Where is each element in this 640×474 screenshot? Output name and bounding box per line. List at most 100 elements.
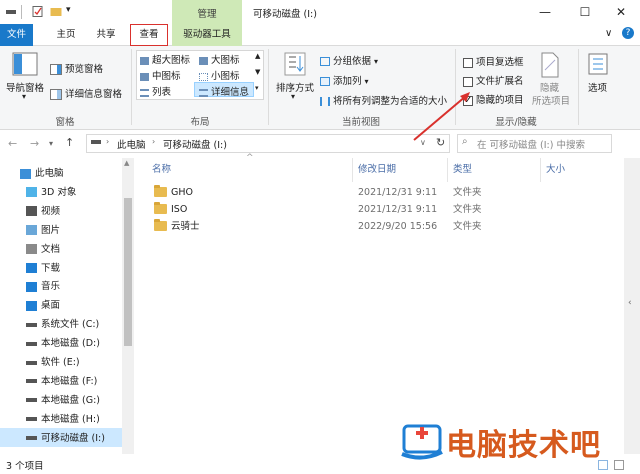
maximize-button[interactable]: ☐ [570,2,600,22]
file-row[interactable]: 云骑士 2022/9/20 15:56 文件夹 [150,218,620,235]
breadcrumb-chevron-icon[interactable]: › [152,137,155,146]
manage-label: 管理 [197,9,217,20]
column-size[interactable]: 大小 [546,162,565,178]
nav-item[interactable]: 本地磁盘 (D:) [0,334,122,353]
nav-item[interactable]: 软件 (E:) [0,353,122,372]
up-icon[interactable]: ↑ [65,136,74,149]
preview-pane-button[interactable]: 预览窗格 [50,61,103,75]
close-button[interactable]: ✕ [606,2,636,22]
gallery-scroll-up-icon[interactable]: ▲ [255,52,260,60]
scroll-up-icon[interactable]: ▲ [124,159,129,167]
tab-home[interactable]: 主页 [48,24,84,46]
dropdown-icon[interactable]: ▾ [22,92,26,101]
item-checkboxes-checkbox[interactable] [463,57,473,68]
nav-item[interactable]: 3D 对象 [0,183,122,202]
details-view-toggle-icon[interactable] [598,460,608,470]
hide-selected-icon [541,52,559,78]
annotation-arrow [413,92,470,141]
extra-large-icons-option[interactable]: 超大图标 [140,52,190,66]
small-icons-option[interactable]: 小图标 [199,68,240,82]
properties-icon[interactable] [32,6,44,17]
options-icon [588,53,608,75]
dropdown-icon: ▾ [374,57,379,66]
large-icons-option[interactable]: 大图标 [199,52,240,66]
pictures-icon [26,225,37,236]
extra-large-icons-label: 超大图标 [152,55,191,66]
extra-large-icons-icon [140,56,149,65]
nav-item[interactable]: 本地磁盘 (F:) [0,372,122,391]
search-input[interactable]: 在 可移动磁盘 (I:) 中搜索 [477,137,585,151]
file-extensions-checkbox[interactable] [463,76,473,87]
nav-item[interactable]: 可移动磁盘 (I:) [0,429,122,448]
list-option[interactable]: 列表 [140,84,171,98]
nav-item[interactable]: 此电脑 [0,164,122,183]
nav-item[interactable]: 下载 [0,259,122,278]
nav-item[interactable]: 系统文件 (C:) [0,315,122,334]
file-type: 文件夹 [453,187,482,198]
back-icon[interactable]: ← [8,137,17,150]
window-title: 可移动磁盘 (I:) [253,9,317,20]
customize-quick-access-icon[interactable]: ▾ [66,5,71,15]
preview-pane-label: 预览窗格 [65,64,104,75]
column-type[interactable]: 类型 [453,162,472,178]
nav-item[interactable]: 图片 [0,221,122,240]
small-icons-icon [199,72,208,81]
usb-drive-icon [26,436,37,441]
large-icons-view-toggle-icon[interactable] [614,460,624,470]
options-button[interactable]: 选项 [588,80,607,94]
hide-button[interactable]: 隐藏 [540,80,559,94]
breadcrumb-drive[interactable]: 可移动磁盘 (I:) [163,137,227,151]
tab-share[interactable]: 共享 [88,24,124,46]
file-row[interactable]: ISO 2021/12/31 9:11 文件夹 [150,201,620,218]
divider [447,158,448,182]
dropdown-icon[interactable]: ▾ [291,92,295,101]
watermark-text: 电脑技术吧 [446,428,601,463]
column-modified[interactable]: 修改日期 [358,162,396,178]
file-list-scrollbar[interactable] [624,158,640,454]
drive-icon [26,417,37,422]
nav-item[interactable]: 本地磁盘 (G:) [0,391,122,410]
add-columns-button[interactable]: 添加列 ▾ [320,73,369,87]
file-extensions-toggle[interactable]: 文件扩展名 [463,73,524,87]
file-type-cell: 文件夹 [453,218,482,235]
breadcrumb-this-pc[interactable]: 此电脑 [117,137,146,151]
details-option[interactable]: 详细信息 [194,82,255,98]
tab-drive-tools[interactable]: 驱动器工具 [172,24,242,46]
explorer-window: ▾ 管理 可移动磁盘 (I:) — ☐ ✕ 文件 主页 共享 查看 驱动器工具 … [0,0,640,474]
recent-locations-icon[interactable]: ▾ [49,139,53,148]
medium-icons-option[interactable]: 中图标 [140,68,181,82]
forward-icon[interactable]: → [30,137,39,150]
minimize-button[interactable]: — [530,2,560,22]
expand-pane-icon[interactable]: ‹ [628,298,632,308]
file-type-cell: 文件夹 [453,201,482,218]
file-name: 云骑士 [171,221,200,232]
gallery-more-icon[interactable]: ▾ [255,84,259,92]
nav-item[interactable]: 视频 [0,202,122,221]
file-modified-cell: 2022/9/20 15:56 [358,218,437,235]
nav-item[interactable]: 音乐 [0,277,122,296]
folder-icon [154,218,167,231]
gallery-scroll-down-icon[interactable]: ▼ [255,68,260,76]
details-pane-button[interactable]: 详细信息窗格 [50,86,122,100]
file-row[interactable]: GHO 2021/12/31 9:11 文件夹 [150,184,620,201]
list-label: 列表 [152,87,172,98]
tab-view[interactable]: 查看 [130,24,168,46]
file-name-cell: 云骑士 [154,218,200,235]
file-extensions-label: 文件扩展名 [476,76,524,87]
group-by-button[interactable]: 分组依据 ▾ [320,53,378,67]
nav-item[interactable]: 本地磁盘 (H:) [0,410,122,429]
nav-scrollbar-thumb[interactable] [124,198,132,346]
new-folder-icon[interactable] [50,6,62,17]
nav-item[interactable]: 桌面 [0,296,122,315]
column-name[interactable]: 名称 [152,162,171,178]
tab-file[interactable]: 文件 [0,24,33,46]
nav-item[interactable]: 文档 [0,240,122,259]
item-checkboxes-toggle[interactable]: 项目复选框 [463,54,524,68]
nav-item-label: 本地磁盘 (F:) [41,375,98,387]
breadcrumb-chevron-icon[interactable]: › [106,137,109,146]
help-icon[interactable]: ? [622,27,634,39]
divider [21,5,22,19]
file-type-cell: 文件夹 [453,184,482,201]
collapse-ribbon-icon[interactable]: ∨ [605,28,612,39]
drive-icon [26,360,37,365]
